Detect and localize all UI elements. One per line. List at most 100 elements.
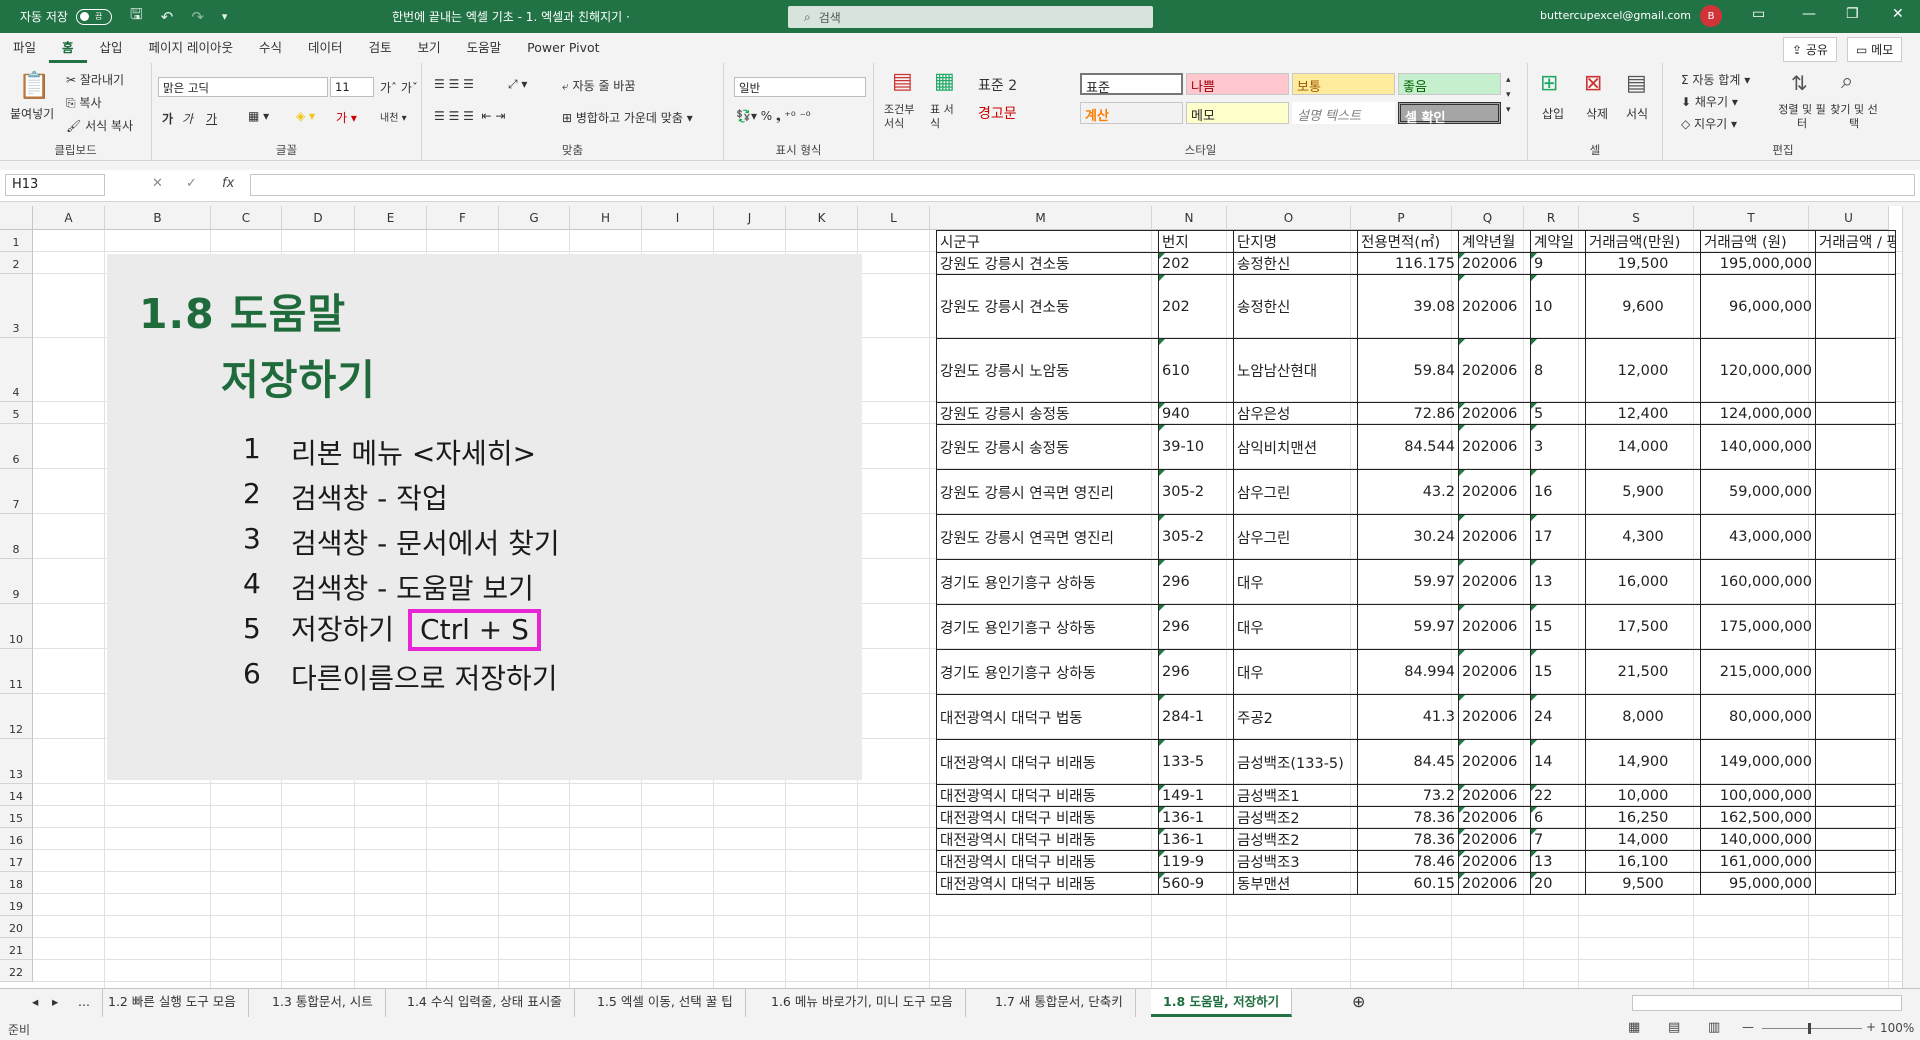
number-format-select[interactable]: 일반: [734, 77, 866, 97]
row-header-10[interactable]: 10: [0, 604, 33, 649]
row-header-8[interactable]: 8: [0, 514, 33, 559]
table-cell[interactable]: [1815, 806, 1896, 829]
table-cell[interactable]: 금성백조2: [1233, 828, 1358, 851]
table-cell[interactable]: 296: [1158, 649, 1234, 695]
style-bad[interactable]: 나쁨: [1186, 73, 1289, 95]
fill-button[interactable]: ⬇ 채우기 ▾: [1681, 93, 1738, 110]
table-cell[interactable]: 59.97: [1357, 559, 1459, 605]
table-cell[interactable]: 16,000: [1585, 559, 1701, 605]
row-header-20[interactable]: 20: [0, 916, 33, 938]
table-header-cell[interactable]: 시군구: [936, 230, 1159, 253]
column-header-j[interactable]: J: [714, 206, 786, 230]
table-cell[interactable]: 136-1: [1158, 828, 1234, 851]
table-cell[interactable]: 경기도 용인기흥구 상하동: [936, 649, 1159, 695]
zoom-in-icon[interactable]: +: [1866, 1020, 1876, 1034]
wrap-text-button[interactable]: ⤶ 자동 줄 바꿈: [562, 77, 635, 94]
format-table-icon[interactable]: ▦: [934, 69, 955, 94]
table-cell[interactable]: 14,000: [1585, 828, 1701, 851]
table-cell[interactable]: 3: [1530, 424, 1586, 470]
column-header-h[interactable]: H: [570, 206, 642, 230]
table-cell[interactable]: [1815, 402, 1896, 425]
column-header-o[interactable]: O: [1227, 206, 1351, 230]
clear-button[interactable]: ◇ 지우기 ▾: [1681, 115, 1737, 132]
row-header-6[interactable]: 6: [0, 424, 33, 469]
align-top-icon[interactable]: ☰ ☰ ☰: [434, 77, 474, 91]
table-cell[interactable]: 17,500: [1585, 604, 1701, 650]
table-cell[interactable]: [1815, 338, 1896, 403]
table-cell[interactable]: 13: [1530, 559, 1586, 605]
table-cell[interactable]: 22: [1530, 784, 1586, 807]
normal-view-icon[interactable]: ▦: [1628, 1020, 1640, 1035]
table-cell[interactable]: 149-1: [1158, 784, 1234, 807]
row-header-4[interactable]: 4: [0, 338, 33, 402]
cut-button[interactable]: ✂ 잘라내기: [66, 71, 124, 88]
table-cell[interactable]: 175,000,000: [1700, 604, 1816, 650]
table-cell[interactable]: 금성백조1: [1233, 784, 1358, 807]
table-cell[interactable]: 강원도 강릉시 송정동: [936, 424, 1159, 470]
row-header-18[interactable]: 18: [0, 872, 33, 894]
table-cell[interactable]: [1815, 514, 1896, 560]
table-cell[interactable]: 20: [1530, 872, 1586, 895]
table-cell[interactable]: 송정한신: [1233, 252, 1358, 275]
sheet-tab[interactable]: 1.7 새 통합문서, 단축키: [983, 989, 1136, 1017]
table-cell[interactable]: 160,000,000: [1700, 559, 1816, 605]
table-cell[interactable]: 39-10: [1158, 424, 1234, 470]
table-cell[interactable]: 삼우그린: [1233, 469, 1358, 515]
row-header-1[interactable]: 1: [0, 230, 33, 252]
column-header-r[interactable]: R: [1524, 206, 1579, 230]
table-cell[interactable]: 202006: [1458, 784, 1531, 807]
styles-scroll-icon[interactable]: ▴ ▾ ▾: [1506, 73, 1511, 118]
table-header-cell[interactable]: 계약일: [1530, 230, 1586, 253]
table-cell[interactable]: [1815, 649, 1896, 695]
formula-input[interactable]: [250, 174, 1915, 196]
tab-data[interactable]: 데이터: [295, 33, 356, 63]
add-sheet-icon[interactable]: ⊕: [1340, 989, 1377, 1017]
table-cell[interactable]: 16,100: [1585, 850, 1701, 873]
table-cell[interactable]: 80,000,000: [1700, 694, 1816, 740]
column-header-t[interactable]: T: [1694, 206, 1809, 230]
table-cell[interactable]: 강원도 강릉시 연곡면 영진리: [936, 514, 1159, 560]
table-cell[interactable]: 8: [1530, 338, 1586, 403]
table-cell[interactable]: 강원도 강릉시 송정동: [936, 402, 1159, 425]
style-good[interactable]: 좋음: [1398, 73, 1501, 95]
table-cell[interactable]: 5: [1530, 402, 1586, 425]
tab-help[interactable]: 도움말: [454, 33, 515, 63]
table-cell[interactable]: 14,900: [1585, 739, 1701, 785]
row-header-12[interactable]: 12: [0, 694, 33, 739]
column-header-a[interactable]: A: [33, 206, 105, 230]
row-header-3[interactable]: 3: [0, 274, 33, 338]
style-explanatory[interactable]: 설명 텍스트: [1292, 102, 1395, 124]
table-cell[interactable]: 60.15: [1357, 872, 1459, 895]
table-cell[interactable]: 202006: [1458, 252, 1531, 275]
table-cell[interactable]: 202006: [1458, 469, 1531, 515]
table-cell[interactable]: [1815, 469, 1896, 515]
row-header-19[interactable]: 19: [0, 894, 33, 916]
table-cell[interactable]: 16,250: [1585, 806, 1701, 829]
share-button[interactable]: ⇪ 공유: [1783, 37, 1837, 62]
table-cell[interactable]: 경기도 용인기흥구 상하동: [936, 559, 1159, 605]
table-cell[interactable]: 송정한신: [1233, 274, 1358, 339]
save-icon[interactable]: 🖫: [130, 4, 143, 29]
column-header-e[interactable]: E: [355, 206, 427, 230]
table-cell[interactable]: 15: [1530, 604, 1586, 650]
document-title[interactable]: 한번에 끝내는 엑셀 기초 - 1. 엑셀과 친해지기 ·: [392, 8, 630, 25]
currency-icon[interactable]: 💱▾ % ❟ ⁺⁰ ⁻⁰: [736, 109, 811, 124]
row-header-21[interactable]: 21: [0, 938, 33, 960]
table-cell[interactable]: 202006: [1458, 872, 1531, 895]
tab-view[interactable]: 보기: [405, 33, 454, 63]
undo-icon[interactable]: ↶: [161, 8, 174, 26]
style-calc[interactable]: 계산: [1080, 102, 1183, 124]
delete-cells-icon[interactable]: ⊠: [1584, 71, 1602, 96]
table-cell[interactable]: 5,900: [1585, 469, 1701, 515]
table-cell[interactable]: 삼우그린: [1233, 514, 1358, 560]
ribbon-display-icon[interactable]: ▭: [1752, 6, 1765, 22]
table-cell[interactable]: 주공2: [1233, 694, 1358, 740]
table-cell[interactable]: 133-5: [1158, 739, 1234, 785]
avatar[interactable]: B: [1700, 5, 1722, 27]
table-cell[interactable]: 215,000,000: [1700, 649, 1816, 695]
table-cell[interactable]: 84.45: [1357, 739, 1459, 785]
table-header-cell[interactable]: 거래금액 / 평: [1815, 230, 1896, 253]
table-cell[interactable]: 202006: [1458, 514, 1531, 560]
find-select-button[interactable]: 찾기 및 선택: [1829, 103, 1879, 131]
orientation-icon[interactable]: ⤢ ▾: [508, 77, 527, 92]
